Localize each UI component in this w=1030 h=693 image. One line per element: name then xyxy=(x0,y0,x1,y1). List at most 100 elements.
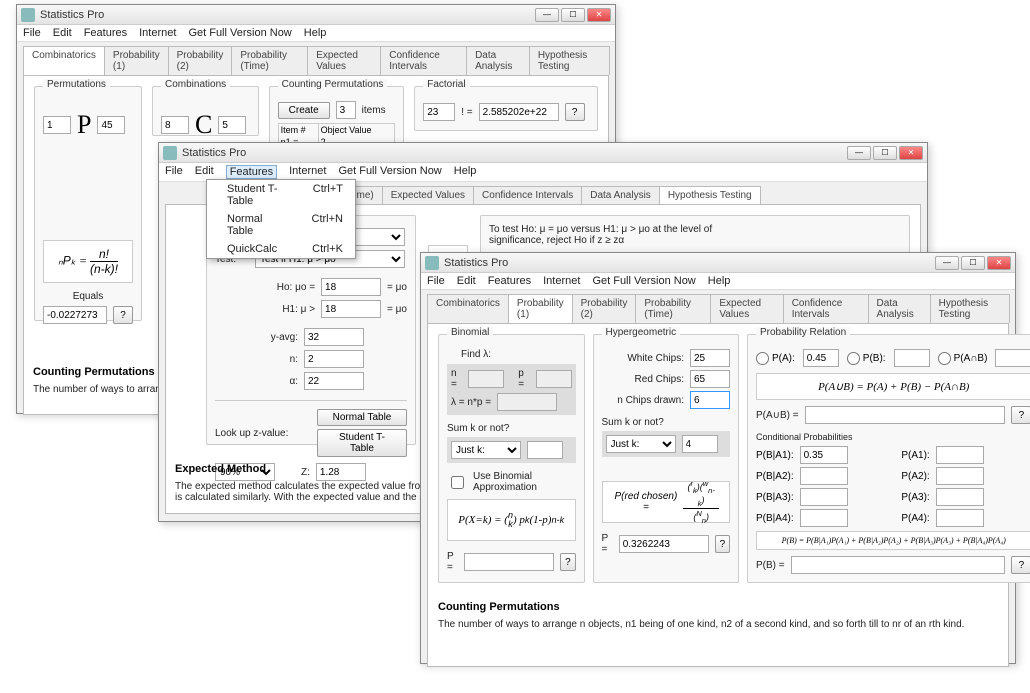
menu-internet[interactable]: Internet xyxy=(289,165,326,179)
pa-radio[interactable]: P(A): xyxy=(756,352,795,365)
menu-file[interactable]: File xyxy=(23,27,41,39)
pa2-input[interactable] xyxy=(936,467,984,485)
menu-help[interactable]: Help xyxy=(708,275,731,287)
menu-edit[interactable]: Edit xyxy=(195,165,214,179)
menu-getfull[interactable]: Get Full Version Now xyxy=(338,165,441,179)
menu-file[interactable]: File xyxy=(427,275,445,287)
pab-input[interactable] xyxy=(995,349,1030,367)
fact-n-input[interactable] xyxy=(423,103,455,121)
menu-edit[interactable]: Edit xyxy=(53,27,72,39)
tab-combinatorics[interactable]: Combinatorics xyxy=(427,294,509,323)
cperm-count[interactable] xyxy=(336,101,356,119)
close-button[interactable]: ✕ xyxy=(987,256,1011,270)
white-chips-input[interactable] xyxy=(690,349,730,367)
menu-features[interactable]: Features xyxy=(84,27,127,39)
help-button[interactable]: ? xyxy=(1011,406,1030,424)
perm-result[interactable] xyxy=(43,306,107,324)
pa-input[interactable] xyxy=(803,349,839,367)
yavg-input[interactable] xyxy=(304,328,364,346)
maximize-button[interactable]: ☐ xyxy=(873,146,897,160)
comb-n-input[interactable] xyxy=(161,116,189,134)
normal-table-button[interactable]: Normal Table xyxy=(317,409,407,426)
maximize-button[interactable]: ☐ xyxy=(561,8,585,22)
tab-data[interactable]: Data Analysis xyxy=(581,186,660,204)
help-button[interactable]: ? xyxy=(560,553,575,571)
pba1-input[interactable] xyxy=(800,446,848,464)
pa3-input[interactable] xyxy=(936,488,984,506)
pba4-input[interactable] xyxy=(800,509,848,527)
pa4-input[interactable] xyxy=(936,509,984,527)
menu-item-student-t[interactable]: Student T-TableCtrl+T xyxy=(207,180,355,210)
pb-input[interactable] xyxy=(894,349,930,367)
tab-expected[interactable]: Expected Values xyxy=(307,46,381,75)
menu-help[interactable]: Help xyxy=(454,165,477,179)
paub-input[interactable] xyxy=(805,406,1006,424)
menu-item-normal-table[interactable]: Normal TableCtrl+N xyxy=(207,210,355,240)
tab-prob1[interactable]: Probability (1) xyxy=(104,46,169,75)
red-chips-input[interactable] xyxy=(690,370,730,388)
bin-p-input[interactable] xyxy=(536,370,572,388)
bin-k-input[interactable] xyxy=(527,441,563,459)
justk-select[interactable]: Just k: xyxy=(451,441,521,459)
tab-hyp[interactable]: Hypothesis Testing xyxy=(659,186,761,204)
tab-data[interactable]: Data Analysis xyxy=(466,46,530,75)
tab-expected[interactable]: Expected Values xyxy=(710,294,783,323)
help-button[interactable]: ? xyxy=(113,306,133,324)
justk-select[interactable]: Just k: xyxy=(606,435,676,453)
pba3-input[interactable] xyxy=(800,488,848,506)
close-button[interactable]: ✕ xyxy=(899,146,923,160)
tab-prob1[interactable]: Probability (1) xyxy=(508,294,573,323)
menu-features[interactable]: Features xyxy=(226,165,277,179)
menu-item-quickcalc[interactable]: QuickCalcCtrl+K xyxy=(207,240,355,258)
perm-r-input[interactable] xyxy=(97,116,125,134)
h1-input[interactable] xyxy=(321,300,381,318)
tab-hyp[interactable]: Hypothesis Testing xyxy=(930,294,1010,323)
tab-data[interactable]: Data Analysis xyxy=(868,294,931,323)
tab-probtime[interactable]: Probability (Time) xyxy=(231,46,308,75)
tab-hyp[interactable]: Hypothesis Testing xyxy=(529,46,610,75)
menu-internet[interactable]: Internet xyxy=(543,275,580,287)
titlebar[interactable]: Statistics Pro — ☐ ✕ xyxy=(17,5,615,25)
minimize-button[interactable]: — xyxy=(847,146,871,160)
tab-expected[interactable]: Expected Values xyxy=(382,186,474,204)
titlebar[interactable]: Statistics Pro — ☐ ✕ xyxy=(159,143,927,163)
bin-n-input[interactable] xyxy=(468,370,504,388)
tab-conf[interactable]: Confidence Intervals xyxy=(783,294,869,323)
pa1-input[interactable] xyxy=(936,446,984,464)
tab-probtime[interactable]: Probability (Time) xyxy=(635,294,711,323)
fact-result[interactable] xyxy=(479,103,559,121)
pb-radio[interactable]: P(B): xyxy=(847,352,886,365)
pab-radio[interactable]: P(A∩B) xyxy=(938,352,988,365)
help-button[interactable]: ? xyxy=(715,535,730,553)
student-t-button[interactable]: Student T-Table xyxy=(317,429,407,457)
hyper-p-result[interactable] xyxy=(619,535,709,553)
ho-input[interactable] xyxy=(321,278,381,296)
close-button[interactable]: ✕ xyxy=(587,8,611,22)
tab-combinatorics[interactable]: Combinatorics xyxy=(23,46,105,75)
hyper-k-input[interactable] xyxy=(682,435,718,453)
comb-r-input[interactable] xyxy=(218,116,246,134)
minimize-button[interactable]: — xyxy=(535,8,559,22)
maximize-button[interactable]: ☐ xyxy=(961,256,985,270)
alpha-input[interactable] xyxy=(304,372,364,390)
tab-prob2[interactable]: Probability (2) xyxy=(572,294,637,323)
menu-edit[interactable]: Edit xyxy=(457,275,476,287)
menu-features[interactable]: Features xyxy=(488,275,531,287)
menu-file[interactable]: File xyxy=(165,165,183,179)
bin-p-result[interactable] xyxy=(464,553,554,571)
drawn-input[interactable] xyxy=(690,391,730,409)
pba2-input[interactable] xyxy=(800,467,848,485)
perm-n-input[interactable] xyxy=(43,116,71,134)
tab-conf[interactable]: Confidence Intervals xyxy=(380,46,467,75)
menu-getfull[interactable]: Get Full Version Now xyxy=(592,275,695,287)
help-button[interactable]: ? xyxy=(565,103,585,121)
approx-checkbox[interactable] xyxy=(451,476,464,489)
menu-internet[interactable]: Internet xyxy=(139,27,176,39)
tab-conf[interactable]: Confidence Intervals xyxy=(473,186,582,204)
titlebar[interactable]: Statistics Pro — ☐ ✕ xyxy=(421,253,1015,273)
bin-lambda-input[interactable] xyxy=(497,393,557,411)
menu-help[interactable]: Help xyxy=(304,27,327,39)
help-button[interactable]: ? xyxy=(1011,556,1030,574)
create-button[interactable]: Create xyxy=(278,102,330,119)
minimize-button[interactable]: — xyxy=(935,256,959,270)
